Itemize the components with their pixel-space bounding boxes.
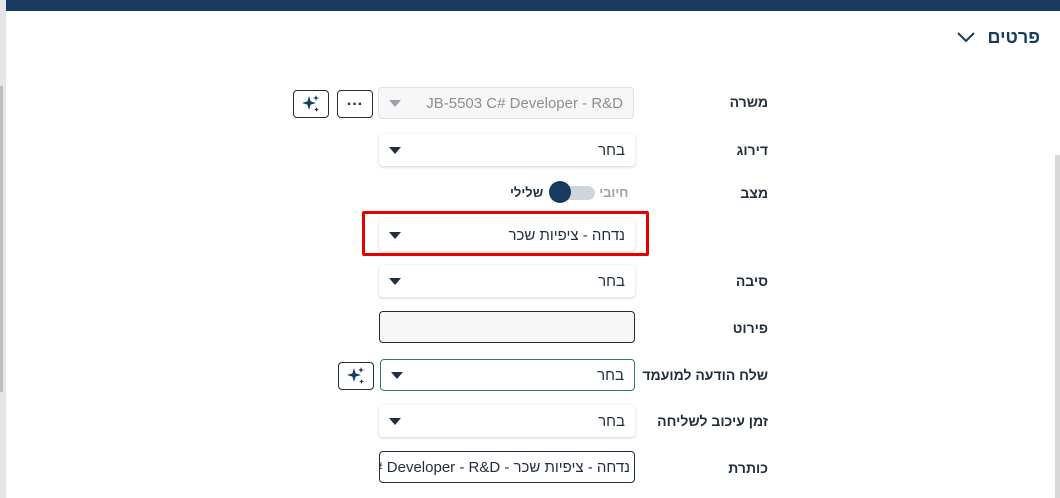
caret-down-icon [391, 371, 403, 379]
position-label: משרה [729, 94, 768, 110]
subject-value: נדחה - ציפיות שכר - JB-5503 C# Developer… [380, 458, 630, 476]
details-label: פירוט [732, 320, 768, 336]
highlight-box [362, 211, 649, 256]
notify-label: שלח הודעה למועמד [642, 367, 768, 383]
right-scrollbar[interactable] [1055, 155, 1060, 498]
details-input[interactable] [379, 311, 635, 343]
position-value: JB-5503 C# Developer - R&D [426, 94, 623, 112]
left-scrollbar[interactable] [0, 86, 3, 392]
positive-label: חיובי [599, 184, 629, 200]
caret-down-icon [389, 417, 401, 425]
section-header-details[interactable]: פרטים [955, 26, 1040, 48]
delay-value: בחר [598, 412, 625, 430]
sparkle-icon [302, 95, 319, 112]
delay-select[interactable]: בחר [379, 405, 635, 437]
ai-notify-button[interactable] [338, 362, 374, 390]
position-select[interactable]: JB-5503 C# Developer - R&D [378, 87, 634, 119]
rating-label: דירוג [736, 142, 768, 158]
caret-down-icon [389, 99, 401, 107]
negative-label: שלילי [510, 184, 544, 200]
more-options-button[interactable]: ... [337, 90, 373, 118]
reason-label: סיבה [735, 273, 768, 289]
reason-select[interactable]: בחר [379, 265, 635, 297]
notify-value: בחר [597, 366, 624, 384]
caret-down-icon [389, 277, 401, 285]
subject-label: כותרת [728, 460, 768, 476]
delay-label: זמן עיכוב לשליחה [657, 413, 768, 429]
status-toggle-group: שלילי חיובי [510, 180, 628, 204]
sparkle-icon [347, 367, 364, 384]
notify-select[interactable]: בחר [380, 359, 635, 391]
caret-down-icon [389, 146, 401, 154]
chevron-down-icon[interactable] [955, 26, 977, 48]
rating-value: בחר [598, 141, 625, 159]
status-label: מצב [740, 185, 768, 201]
top-bar [6, 0, 1060, 11]
status-toggle[interactable] [549, 181, 596, 203]
section-title: פרטים [987, 26, 1040, 47]
reason-value: בחר [598, 272, 625, 290]
subject-input[interactable]: נדחה - ציפיות שכר - JB-5503 C# Developer… [379, 451, 635, 483]
rating-select[interactable]: בחר [379, 134, 635, 166]
ellipsis-icon: ... [346, 92, 364, 109]
ai-suggest-button[interactable] [293, 90, 329, 118]
